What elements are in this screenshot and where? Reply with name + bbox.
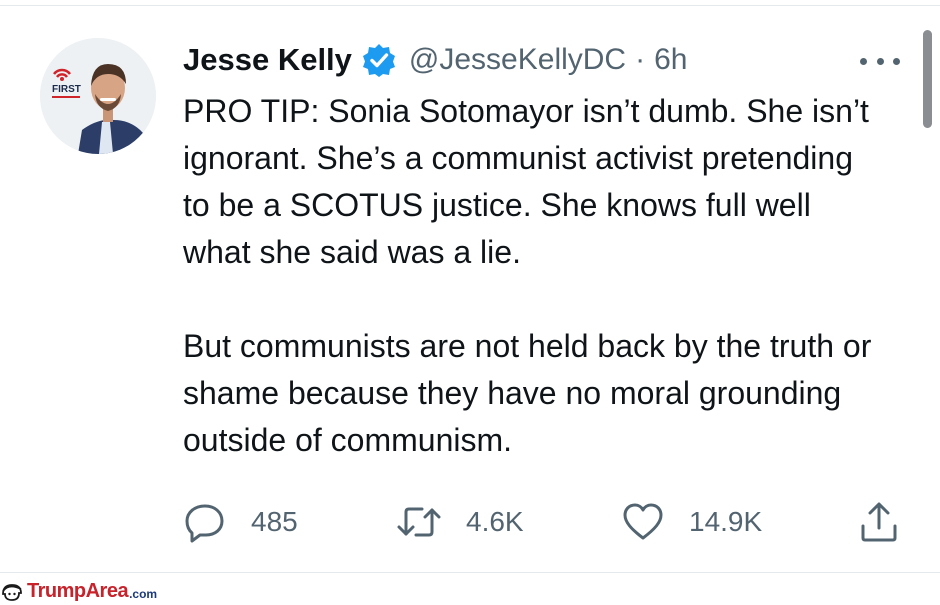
tweet-header: Jesse Kelly @JesseKellyDC · 6h [183, 38, 687, 82]
reply-icon [185, 504, 224, 543]
watermark: TrumpArea .com [0, 578, 157, 605]
verified-badge-icon [361, 42, 397, 78]
reply-count: 485 [251, 506, 298, 537]
header-separator: · [635, 43, 646, 76]
like-button[interactable]: 14.9K [621, 498, 762, 546]
watermark-brand: TrumpArea [27, 580, 129, 602]
tweet-actions: 485 4.6K 14.9K [183, 498, 903, 546]
top-divider [0, 5, 940, 6]
like-count: 14.9K [689, 506, 763, 537]
avatar-image: FIRST [40, 38, 156, 154]
retweet-icon [397, 507, 441, 537]
reply-button[interactable]: 485 [183, 498, 298, 546]
retweet-count: 4.6K [466, 506, 524, 537]
heart-icon [623, 503, 663, 540]
tweet-paragraph: But communists are not held back by the … [183, 328, 872, 458]
share-icon [861, 502, 897, 542]
retweet-button[interactable]: 4.6K [396, 498, 524, 546]
tweet-text: PRO TIP: Sonia Sotomayor isn’t dumb. She… [183, 88, 883, 464]
watermark-suffix: .com [129, 587, 158, 601]
scrollbar[interactable] [923, 30, 932, 128]
more-horizontal-icon[interactable] [860, 48, 900, 74]
tweet-timestamp[interactable]: 6h [654, 43, 687, 77]
author-handle[interactable]: @JesseKellyDC [409, 43, 626, 77]
watermark-logo-icon [2, 583, 22, 601]
author-name[interactable]: Jesse Kelly [183, 42, 352, 78]
avatar-badge-text: FIRST [52, 84, 81, 95]
bottom-divider [0, 572, 940, 573]
share-button[interactable] [857, 498, 901, 546]
tweet-paragraph: PRO TIP: Sonia Sotomayor isn’t dumb. She… [183, 93, 869, 270]
avatar[interactable]: FIRST [40, 38, 156, 154]
